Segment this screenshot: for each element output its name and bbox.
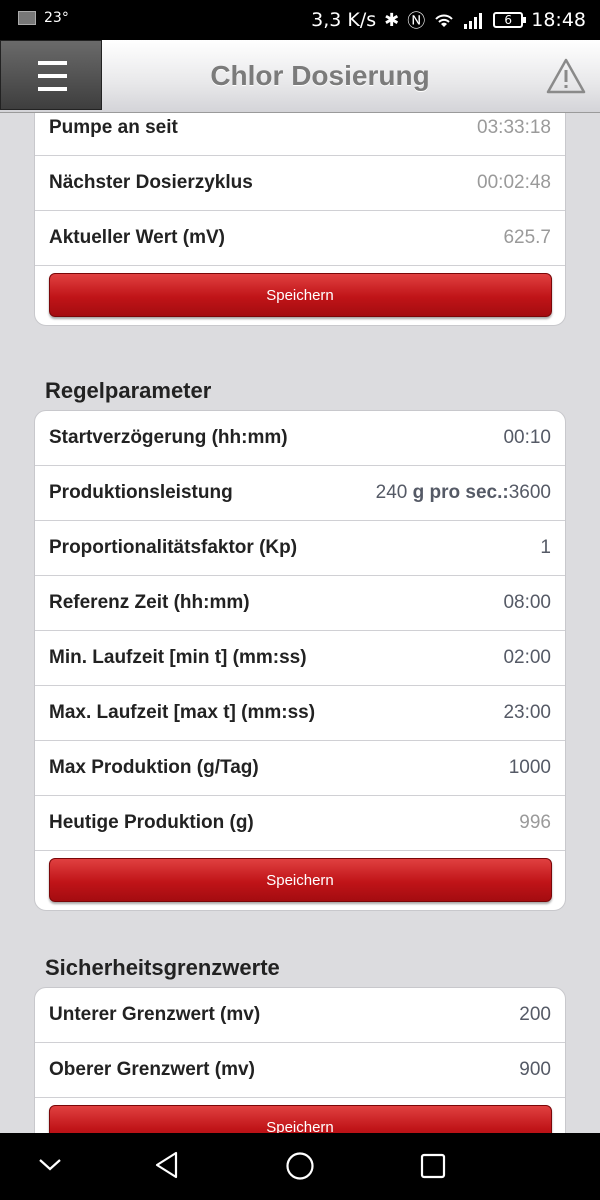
table-row[interactable]: Proportionalitätsfaktor (Kp) 1 [35, 521, 565, 576]
row-label: Pumpe an seit [49, 117, 178, 138]
row-label: Aktueller Wert (mV) [49, 227, 225, 248]
app-header: Chlor Dosierung [0, 40, 600, 113]
row-value[interactable]: 08:00 [503, 592, 551, 614]
save-button[interactable]: Speichern [48, 858, 552, 902]
row-value: 00:02:48 [477, 172, 551, 193]
menu-button[interactable] [0, 40, 102, 110]
row-label: Proportionalitätsfaktor (Kp) [49, 537, 298, 558]
table-row[interactable]: Min. Laufzeit [min t] (mm:ss) 02:00 [35, 631, 565, 686]
navigation-bar [0, 1133, 600, 1200]
home-icon[interactable] [285, 1151, 315, 1181]
row-label: Nächster Dosierzyklus [49, 172, 253, 193]
row-label: Produktionsleistung [49, 482, 233, 503]
table-row[interactable]: Max. Laufzeit [max t] (mm:ss) 23:00 [35, 686, 565, 741]
status-bar: 23° 3,3 K/s ✱ Ⓝ 6 18:48 [0, 0, 600, 40]
row-value: 03:33:18 [477, 117, 551, 138]
save-button[interactable]: Speichern [48, 273, 552, 317]
row-value: 625.7 [503, 227, 551, 248]
table-row[interactable]: Startverzögerung (hh:mm) 00:10 [35, 411, 565, 466]
status-time: 18:48 [531, 9, 586, 31]
production-rate-unit: g pro sec.: [412, 482, 509, 503]
row-label: Startverzögerung (hh:mm) [49, 427, 288, 448]
row-value[interactable]: 1 [540, 537, 551, 559]
row-value[interactable]: 200 [519, 1004, 551, 1026]
regelparameter-card: Startverzögerung (hh:mm) 00:10 Produktio… [34, 410, 566, 911]
production-rate-seconds[interactable]: 3600 [509, 482, 551, 503]
bluetooth-icon: ✱ [384, 9, 400, 31]
production-rate-value[interactable]: 240 [376, 482, 408, 503]
nfc-icon: Ⓝ [407, 11, 426, 32]
row-label: Min. Laufzeit [min t] (mm:ss) [49, 647, 307, 668]
sicherheitsgrenzwerte-card: Unterer Grenzwert (mv) 200 Oberer Grenzw… [34, 987, 566, 1133]
back-icon[interactable] [154, 1151, 180, 1179]
scroll-content[interactable]: Pumpe an seit 03:33:18 Nächster Dosierzy… [0, 113, 600, 1133]
row-label: Referenz Zeit (hh:mm) [49, 592, 250, 613]
table-row[interactable]: Produktionsleistung 240 g pro sec.:3600 [35, 466, 565, 521]
recents-icon[interactable] [420, 1153, 446, 1179]
status-right: 3,3 K/s ✱ Ⓝ 6 18:48 [311, 7, 586, 33]
page-title: Chlor Dosierung [210, 60, 430, 91]
table-row[interactable]: Unterer Grenzwert (mv) 200 [35, 988, 565, 1043]
row-value: 996 [519, 812, 551, 833]
battery-level: 6 [504, 13, 513, 27]
table-row: Nächster Dosierzyklus 00:02:48 [35, 156, 565, 211]
row-value[interactable]: 23:00 [503, 702, 551, 724]
warning-icon[interactable] [546, 58, 586, 94]
table-row: Pumpe an seit 03:33:18 [35, 113, 565, 156]
table-row: Heutige Produktion (g) 996 [35, 796, 565, 851]
row-value-group[interactable]: 240 g pro sec.:3600 [376, 482, 551, 504]
table-row[interactable]: Max Produktion (g/Tag) 1000 [35, 741, 565, 796]
row-label: Heutige Produktion (g) [49, 812, 254, 833]
notification-thumbnail-icon [18, 11, 36, 25]
row-label: Max Produktion (g/Tag) [49, 757, 259, 778]
table-row[interactable]: Referenz Zeit (hh:mm) 08:00 [35, 576, 565, 631]
row-value[interactable]: 02:00 [503, 647, 551, 669]
row-value[interactable]: 900 [519, 1059, 551, 1081]
status-left: 23° [18, 10, 69, 26]
temperature-text: 23° [44, 10, 69, 26]
row-label: Oberer Grenzwert (mv) [49, 1059, 255, 1080]
pump-status-card: Pumpe an seit 03:33:18 Nächster Dosierzy… [34, 113, 566, 326]
row-label: Unterer Grenzwert (mv) [49, 1004, 261, 1025]
row-label: Max. Laufzeit [max t] (mm:ss) [49, 702, 316, 723]
row-value[interactable]: 1000 [509, 757, 551, 779]
table-row: Aktueller Wert (mV) 625.7 [35, 211, 565, 266]
hamburger-icon-line [38, 74, 67, 78]
hamburger-icon-line [38, 87, 67, 91]
table-row[interactable]: Oberer Grenzwert (mv) 900 [35, 1043, 565, 1098]
chevron-down-icon[interactable] [38, 1157, 62, 1173]
row-value[interactable]: 00:10 [503, 427, 551, 449]
battery-icon: 6 [493, 12, 527, 28]
wifi-icon [435, 14, 453, 27]
signal-icon [464, 13, 483, 29]
hamburger-icon [38, 61, 67, 65]
save-button[interactable]: Speichern [48, 1105, 552, 1133]
section-title-sicherheitsgrenzwerte: Sicherheitsgrenzwerte [45, 955, 280, 980]
section-title-regelparameter: Regelparameter [45, 378, 212, 403]
network-speed: 3,3 K/s [311, 9, 377, 31]
